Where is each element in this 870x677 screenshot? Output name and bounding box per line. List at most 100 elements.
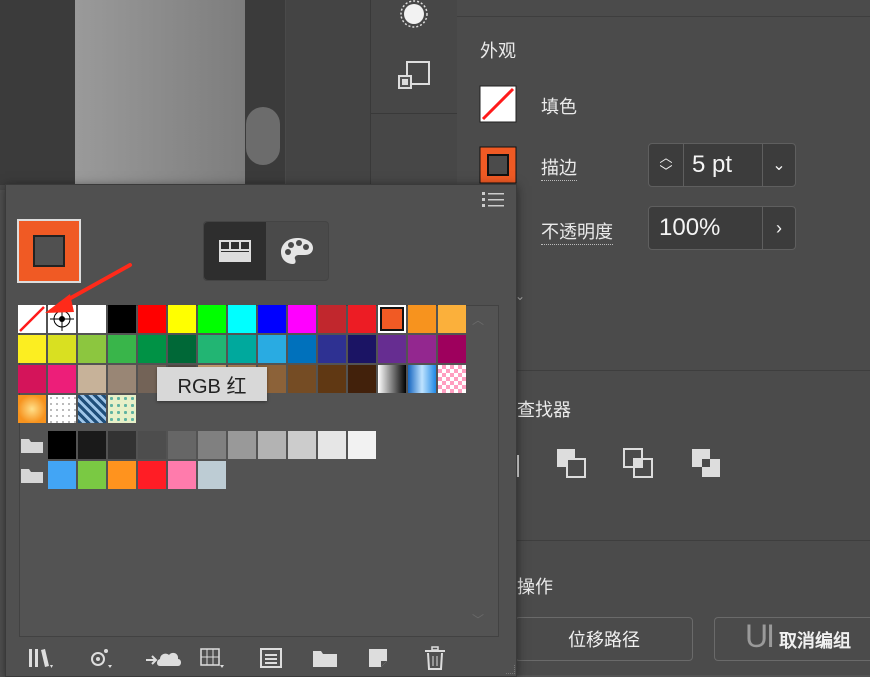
swatch-group-folder-icon[interactable] — [18, 461, 46, 489]
swatch-cell[interactable] — [378, 335, 406, 363]
swatch-cell[interactable] — [78, 431, 106, 459]
swatch-cell[interactable] — [168, 431, 196, 459]
swatch-cell[interactable] — [78, 365, 106, 393]
swatch-cell[interactable] — [198, 335, 226, 363]
view-toggle[interactable] — [203, 221, 329, 281]
swatch-cell[interactable] — [198, 461, 226, 489]
opacity-field[interactable]: 100% › — [648, 206, 796, 250]
opacity-label[interactable]: 不透明度 — [541, 218, 613, 245]
swatch-cell[interactable] — [138, 305, 166, 333]
swatch-cell[interactable] — [288, 365, 316, 393]
swatch-cell[interactable] — [48, 335, 76, 363]
swatch-gradient[interactable] — [408, 365, 436, 393]
swatch-cell[interactable] — [318, 335, 346, 363]
stroke-weight-dropdown[interactable]: ⌄ — [762, 144, 795, 186]
intersect-icon[interactable] — [622, 447, 656, 481]
swatch-cell[interactable] — [78, 305, 106, 333]
swatch-cell[interactable] — [288, 305, 316, 333]
offset-path-button[interactable]: 位移路径 — [515, 617, 693, 661]
delete-icon[interactable] — [420, 643, 450, 673]
swatch-pattern[interactable] — [78, 395, 106, 423]
swatch-cell[interactable] — [108, 461, 136, 489]
swatch-cell[interactable] — [348, 365, 376, 393]
swatch-cell[interactable] — [348, 335, 376, 363]
swatch-group-folder-icon[interactable] — [18, 431, 46, 459]
chevron-up-icon[interactable]: ︿ — [659, 151, 672, 165]
scroll-thumb[interactable] — [246, 107, 280, 165]
stroke-weight-value[interactable]: 5 pt — [684, 151, 762, 179]
swatch-cell[interactable] — [18, 335, 46, 363]
library-icon[interactable] — [26, 643, 56, 673]
swatch-cell[interactable] — [108, 335, 136, 363]
swatch-cell[interactable] — [48, 365, 76, 393]
swatch-cell[interactable] — [138, 335, 166, 363]
swatch-cell[interactable] — [228, 431, 256, 459]
swatches-view-button[interactable] — [204, 222, 266, 280]
swatch-cell[interactable] — [438, 305, 466, 333]
fill-none-swatch[interactable] — [479, 85, 517, 123]
swatch-selected[interactable] — [378, 305, 406, 333]
swatch-cell[interactable] — [228, 305, 256, 333]
swatch-pattern[interactable] — [438, 365, 466, 393]
swatch-cell[interactable] — [348, 305, 376, 333]
minus-front-icon[interactable] — [555, 447, 589, 481]
swatch-cell[interactable] — [258, 305, 286, 333]
swatch-cell[interactable] — [408, 305, 436, 333]
swatch-cell[interactable] — [198, 305, 226, 333]
swatch-cell[interactable] — [138, 461, 166, 489]
swatch-cell[interactable] — [288, 431, 316, 459]
list-view-icon[interactable] — [256, 643, 286, 673]
stroke-weight-field[interactable]: ︿ ﹀ 5 pt ⌄ — [648, 143, 796, 187]
swatch-pattern[interactable] — [48, 395, 76, 423]
swatch-cell[interactable] — [228, 335, 256, 363]
swatch-gradient[interactable] — [18, 395, 46, 423]
swatch-cell[interactable] — [258, 335, 286, 363]
ungroup-label[interactable]: 取消编组 — [779, 627, 851, 653]
cloud-upload-icon[interactable] — [144, 643, 184, 673]
color-picker-button[interactable] — [266, 222, 328, 280]
scroll-down-icon[interactable]: ﹀ — [472, 611, 484, 628]
resize-grip[interactable] — [506, 665, 515, 674]
swatch-pattern[interactable] — [108, 395, 136, 423]
active-stroke-swatch[interactable] — [17, 219, 81, 283]
swatch-cell[interactable] — [18, 365, 46, 393]
opacity-expand-icon[interactable]: › — [762, 207, 795, 249]
swatch-none[interactable] — [18, 305, 46, 333]
stroke-swatch[interactable] — [479, 146, 517, 184]
transform-again-icon[interactable] — [397, 60, 433, 96]
swatch-cell[interactable] — [198, 431, 226, 459]
opacity-value[interactable]: 100% — [649, 214, 762, 242]
swatch-cell[interactable] — [348, 431, 376, 459]
swatch-registration[interactable] — [48, 305, 76, 333]
swatch-cell[interactable] — [108, 431, 136, 459]
swatch-cell[interactable] — [138, 431, 166, 459]
swatch-cell[interactable] — [408, 335, 436, 363]
swatch-cell[interactable] — [438, 335, 466, 363]
swatch-cell[interactable] — [108, 305, 136, 333]
swatch-cell[interactable] — [48, 461, 76, 489]
ungroup-button[interactable]: UI 取消编组 — [714, 617, 870, 661]
swatch-cell[interactable] — [318, 305, 346, 333]
swatch-cell[interactable] — [288, 335, 316, 363]
swatch-cell[interactable] — [78, 461, 106, 489]
new-folder-icon[interactable] — [310, 643, 340, 673]
stroke-label[interactable]: 描边 — [541, 154, 577, 181]
new-swatch-icon[interactable] — [364, 643, 394, 673]
swatch-cell[interactable] — [78, 335, 106, 363]
stroke-weight-stepper[interactable]: ︿ ﹀ — [649, 144, 684, 186]
chevron-down-icon[interactable]: ﹀ — [659, 165, 672, 179]
swatch-cell[interactable] — [258, 431, 286, 459]
swatch-cell[interactable] — [168, 461, 196, 489]
scroll-up-icon[interactable]: ︿ — [472, 311, 484, 328]
view-grid-icon[interactable] — [198, 643, 228, 673]
swatch-options-icon[interactable] — [86, 643, 116, 673]
swatch-gradient[interactable] — [378, 365, 406, 393]
exclude-icon[interactable] — [690, 447, 724, 481]
swatch-cell[interactable] — [48, 431, 76, 459]
swatch-cell[interactable] — [168, 305, 196, 333]
swatch-cell[interactable] — [168, 335, 196, 363]
panel-menu-icon[interactable] — [482, 191, 504, 209]
swatch-cell[interactable] — [318, 365, 346, 393]
radial-tool-icon[interactable] — [397, 0, 431, 34]
swatch-cell[interactable] — [108, 365, 136, 393]
